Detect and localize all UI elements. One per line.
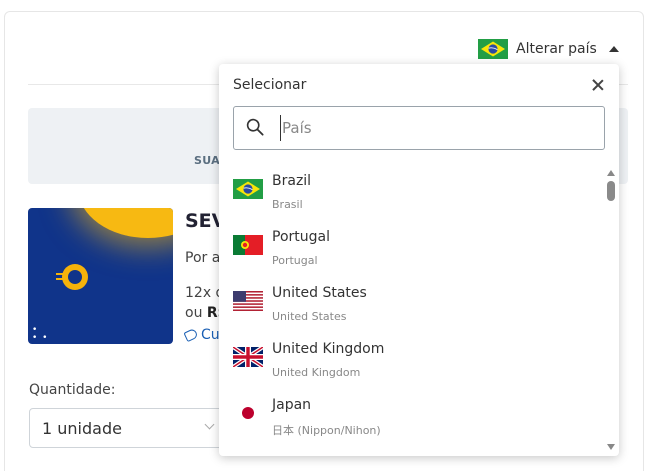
- country-name: Portugal: [272, 229, 330, 245]
- scrollbar-thumb[interactable]: [607, 181, 615, 201]
- country-search-box: [233, 106, 605, 150]
- banner-text: SUA: [194, 154, 220, 167]
- product-price-line: Por a: [185, 250, 221, 266]
- country-item-united-states[interactable]: United States United States: [219, 280, 604, 336]
- country-name: United States: [272, 285, 367, 301]
- country-name: Japan: [272, 397, 312, 413]
- chevron-down-icon: [204, 419, 215, 430]
- coin-icon: [56, 264, 88, 290]
- country-native-name: Portugal: [272, 254, 318, 267]
- tag-icon: [183, 327, 199, 343]
- quantity-label: Quantidade:: [29, 382, 116, 398]
- country-search-input[interactable]: [280, 115, 590, 141]
- scroll-down-arrow-icon[interactable]: [607, 444, 615, 450]
- alt-price-prefix: ou: [185, 305, 207, 321]
- quantity-select[interactable]: 1 unidade: [29, 408, 229, 448]
- change-country-button[interactable]: Alterar país: [478, 37, 619, 61]
- dots-decoration: • • •: [32, 325, 49, 343]
- brazil-flag-icon: [478, 39, 508, 59]
- country-native-name: 日本 (Nippon/Nihon): [272, 424, 381, 437]
- coupon-link[interactable]: Cu: [183, 327, 220, 343]
- country-native-name: United States: [272, 310, 347, 323]
- portugal-flag-icon: [233, 235, 263, 255]
- country-name: United Kingdom: [272, 341, 385, 357]
- country-list-scrollbar[interactable]: [606, 168, 616, 454]
- close-icon[interactable]: [587, 74, 609, 96]
- product-image: • • •: [28, 208, 173, 344]
- country-item-japan[interactable]: Japan 日本 (Nippon/Nihon): [219, 392, 604, 448]
- japan-flag-icon: [233, 403, 263, 423]
- coupon-link-label: Cu: [201, 327, 220, 343]
- change-country-label: Alterar país: [516, 41, 597, 57]
- uk-flag-icon: [233, 347, 263, 367]
- caret-up-icon: [608, 46, 619, 52]
- brazil-flag-icon: [233, 179, 263, 199]
- search-icon: [246, 118, 264, 136]
- country-name: Brazil: [272, 173, 312, 189]
- country-item-brazil[interactable]: Brazil Brasil: [219, 168, 604, 224]
- quantity-selected-value: 1 unidade: [42, 418, 122, 438]
- country-selector-dropdown: Selecionar Brazil Brasil: [219, 64, 619, 456]
- country-item-united-kingdom[interactable]: United Kingdom United Kingdom: [219, 336, 604, 392]
- country-item-portugal[interactable]: Portugal Portugal: [219, 224, 604, 280]
- usa-flag-icon: [233, 291, 263, 311]
- country-native-name: United Kingdom: [272, 366, 361, 379]
- scroll-up-arrow-icon[interactable]: [607, 170, 615, 176]
- product-image-glow: [78, 208, 173, 238]
- dropdown-title: Selecionar: [233, 77, 307, 93]
- country-native-name: Brasil: [272, 198, 303, 211]
- country-list: Brazil Brasil Portugal Portugal United S…: [219, 168, 609, 454]
